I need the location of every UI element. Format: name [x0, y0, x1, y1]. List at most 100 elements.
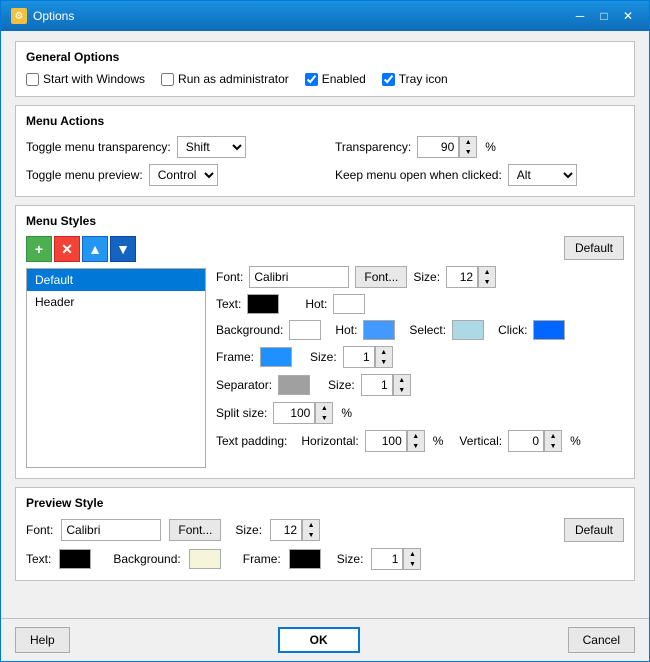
- toggle-preview-select[interactable]: Control Shift Alt None: [149, 164, 218, 186]
- split-size-row: Split size: ▲ ▼ %: [216, 402, 624, 424]
- menu-actions-title: Menu Actions: [26, 114, 624, 128]
- enabled-label[interactable]: Enabled: [305, 72, 366, 86]
- start-with-windows-checkbox[interactable]: [26, 73, 39, 86]
- separator-size-down[interactable]: ▼: [394, 385, 410, 395]
- preview-size-spinner: ▲ ▼: [270, 519, 320, 541]
- vertical-input[interactable]: [508, 430, 544, 452]
- font-row: Font: Font... Size: ▲ ▼: [216, 266, 624, 288]
- separator-label: Separator:: [216, 378, 272, 392]
- enabled-checkbox[interactable]: [305, 73, 318, 86]
- text-color-box[interactable]: [247, 294, 279, 314]
- preview-default-button[interactable]: Default: [564, 518, 624, 542]
- general-options-section: General Options Start with Windows Run a…: [15, 41, 635, 97]
- maximize-button[interactable]: □: [593, 6, 615, 26]
- preview-font-button[interactable]: Font...: [169, 519, 221, 541]
- preview-size-down[interactable]: ▼: [303, 530, 319, 540]
- separator-row: Separator: Size: ▲ ▼: [216, 374, 624, 396]
- horizontal-input[interactable]: [365, 430, 407, 452]
- preview-size2-input[interactable]: [371, 548, 403, 570]
- frame-size-down[interactable]: ▼: [376, 357, 392, 367]
- menu-styles-section: Menu Styles + ✕ ▲ ▼ Default Header: [15, 205, 635, 479]
- preview-size-input[interactable]: [270, 519, 302, 541]
- style-item-header[interactable]: Header: [27, 291, 205, 313]
- minimize-button[interactable]: ─: [569, 6, 591, 26]
- frame-size-buttons: ▲ ▼: [375, 346, 393, 368]
- move-up-button[interactable]: ▲: [82, 236, 108, 262]
- vertical-unit: %: [570, 434, 581, 448]
- frame-color-box[interactable]: [260, 347, 292, 367]
- frame-size-input[interactable]: [343, 346, 375, 368]
- click-color-box[interactable]: [533, 320, 565, 340]
- background-label: Background:: [216, 323, 283, 337]
- transparency-spinner-buttons: ▲ ▼: [459, 136, 477, 158]
- tray-icon-label[interactable]: Tray icon: [382, 72, 448, 86]
- background-color-box[interactable]: [289, 320, 321, 340]
- hot-color-box[interactable]: [333, 294, 365, 314]
- font-input[interactable]: [249, 266, 349, 288]
- horizontal-down[interactable]: ▼: [408, 441, 424, 451]
- hot-label: Hot:: [305, 297, 327, 311]
- bg-hot-color-box[interactable]: [363, 320, 395, 340]
- transparency-up-button[interactable]: ▲: [460, 137, 476, 147]
- preview-size-up[interactable]: ▲: [303, 520, 319, 530]
- split-size-buttons: ▲ ▼: [315, 402, 333, 424]
- toggle-transparency-label: Toggle menu transparency:: [26, 140, 171, 154]
- style-item-default[interactable]: Default: [27, 269, 205, 291]
- vertical-up[interactable]: ▲: [545, 431, 561, 441]
- split-size-input[interactable]: [273, 402, 315, 424]
- size-down-button[interactable]: ▼: [479, 277, 495, 287]
- preview-frame-color-box[interactable]: [289, 549, 321, 569]
- text-color-label: Text:: [216, 297, 241, 311]
- size-spinner-buttons: ▲ ▼: [478, 266, 496, 288]
- run-as-admin-label[interactable]: Run as administrator: [161, 72, 289, 86]
- toggle-transparency-row: Toggle menu transparency: Shift Control …: [26, 136, 315, 158]
- help-button[interactable]: Help: [15, 627, 70, 653]
- separator-size-up[interactable]: ▲: [394, 375, 410, 385]
- frame-size-up[interactable]: ▲: [376, 347, 392, 357]
- preview-background-color-box[interactable]: [189, 549, 221, 569]
- split-size-spinner: ▲ ▼: [273, 402, 333, 424]
- close-button[interactable]: ✕: [617, 6, 639, 26]
- font-button[interactable]: Font...: [355, 266, 407, 288]
- ok-button[interactable]: OK: [278, 627, 360, 653]
- transparency-input[interactable]: [417, 136, 459, 158]
- bottom-bar: Help OK Cancel: [1, 618, 649, 661]
- split-size-down[interactable]: ▼: [316, 413, 332, 423]
- select-color-box[interactable]: [452, 320, 484, 340]
- preview-size2-down[interactable]: ▼: [404, 559, 420, 569]
- size-up-button[interactable]: ▲: [479, 267, 495, 277]
- preview-grid: Font: Font... Size: ▲ ▼ Default: [26, 518, 624, 570]
- preview-size2-up[interactable]: ▲: [404, 549, 420, 559]
- separator-size-input[interactable]: [361, 374, 393, 396]
- run-as-admin-checkbox[interactable]: [161, 73, 174, 86]
- keep-open-select[interactable]: Alt Shift Control None: [508, 164, 577, 186]
- move-down-button[interactable]: ▼: [110, 236, 136, 262]
- background-row: Background: Hot: Select: Click:: [216, 320, 624, 340]
- start-with-windows-label[interactable]: Start with Windows: [26, 72, 145, 86]
- horizontal-spinner-buttons: ▲ ▼: [407, 430, 425, 452]
- tray-icon-text: Tray icon: [399, 72, 448, 86]
- styles-list: Default Header: [26, 268, 206, 468]
- size-input[interactable]: [446, 266, 478, 288]
- separator-size-spinner: ▲ ▼: [361, 374, 411, 396]
- tray-icon-checkbox[interactable]: [382, 73, 395, 86]
- toggle-transparency-select[interactable]: Shift Control Alt None: [177, 136, 246, 158]
- preview-text-color-box[interactable]: [59, 549, 91, 569]
- remove-style-button[interactable]: ✕: [54, 236, 80, 262]
- horizontal-up[interactable]: ▲: [408, 431, 424, 441]
- transparency-down-button[interactable]: ▼: [460, 147, 476, 157]
- separator-color-box[interactable]: [278, 375, 310, 395]
- preview-size2-spinner: ▲ ▼: [371, 548, 421, 570]
- horizontal-label: Horizontal:: [301, 434, 358, 448]
- vertical-down[interactable]: ▼: [545, 441, 561, 451]
- split-size-up[interactable]: ▲: [316, 403, 332, 413]
- add-style-button[interactable]: +: [26, 236, 52, 262]
- styles-right: Default Font: Font... Size: ▲ ▼: [216, 236, 624, 468]
- toggle-preview-row: Toggle menu preview: Control Shift Alt N…: [26, 164, 315, 186]
- preview-font-input[interactable]: [61, 519, 161, 541]
- frame-size-label: Size:: [310, 350, 337, 364]
- style-default-button[interactable]: Default: [564, 236, 624, 260]
- frame-label: Frame:: [216, 350, 254, 364]
- keep-open-label: Keep menu open when clicked:: [335, 168, 502, 182]
- cancel-button[interactable]: Cancel: [568, 627, 635, 653]
